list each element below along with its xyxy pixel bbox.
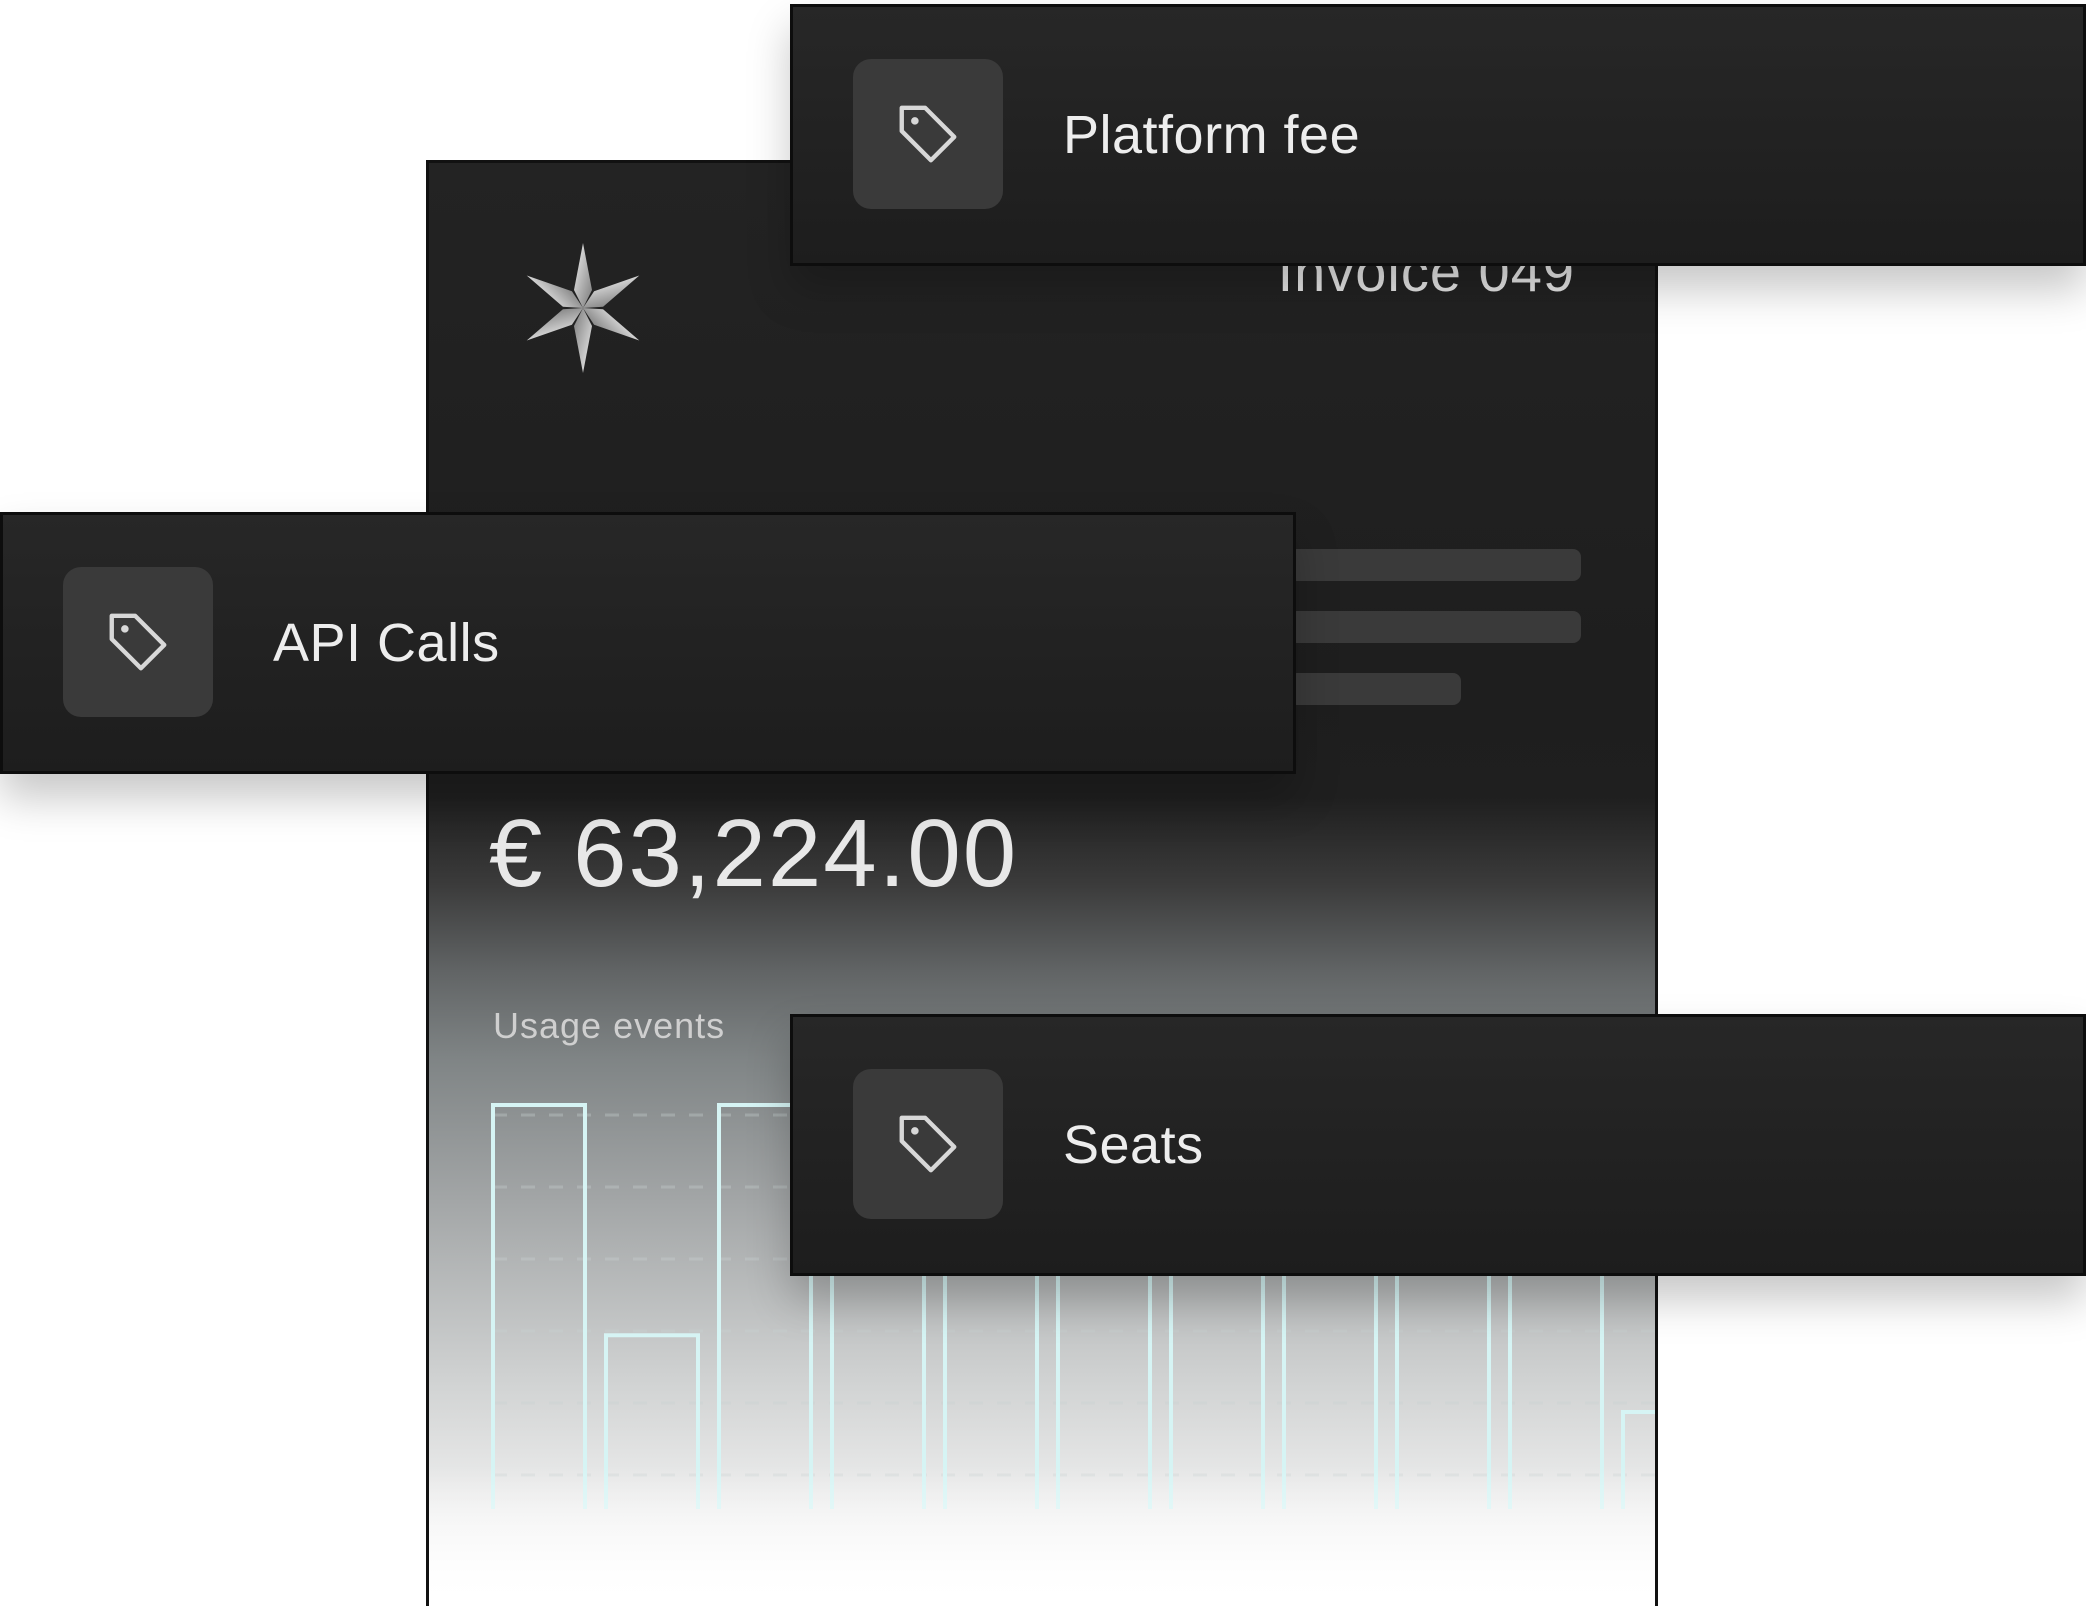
- line-item-platform-fee[interactable]: Platform fee: [790, 4, 2086, 266]
- chart-bar: [1621, 1410, 1655, 1509]
- price-tag-icon: [109, 613, 167, 671]
- price-tag-icon: [899, 1115, 957, 1173]
- price-tag-icon-box: [63, 567, 213, 717]
- usage-events-chart: [491, 1103, 1655, 1509]
- invoice-card: Invoice 049 € 63,224.00 Usage events: [426, 160, 1658, 1606]
- line-item-label: Seats: [1063, 1115, 1204, 1175]
- line-item-api-calls[interactable]: API Calls: [0, 512, 1296, 774]
- chart-bar: [604, 1333, 700, 1509]
- price-tag-icon-box: [853, 59, 1003, 209]
- price-tag-icon-box: [853, 1069, 1003, 1219]
- chart-bar: [491, 1103, 587, 1509]
- line-item-label: Platform fee: [1063, 105, 1361, 165]
- price-tag-icon: [899, 105, 957, 163]
- line-item-seats[interactable]: Seats: [790, 1014, 2086, 1276]
- line-item-label: API Calls: [273, 613, 500, 673]
- stage: Invoice 049 € 63,224.00 Usage events Pla…: [0, 0, 2086, 1606]
